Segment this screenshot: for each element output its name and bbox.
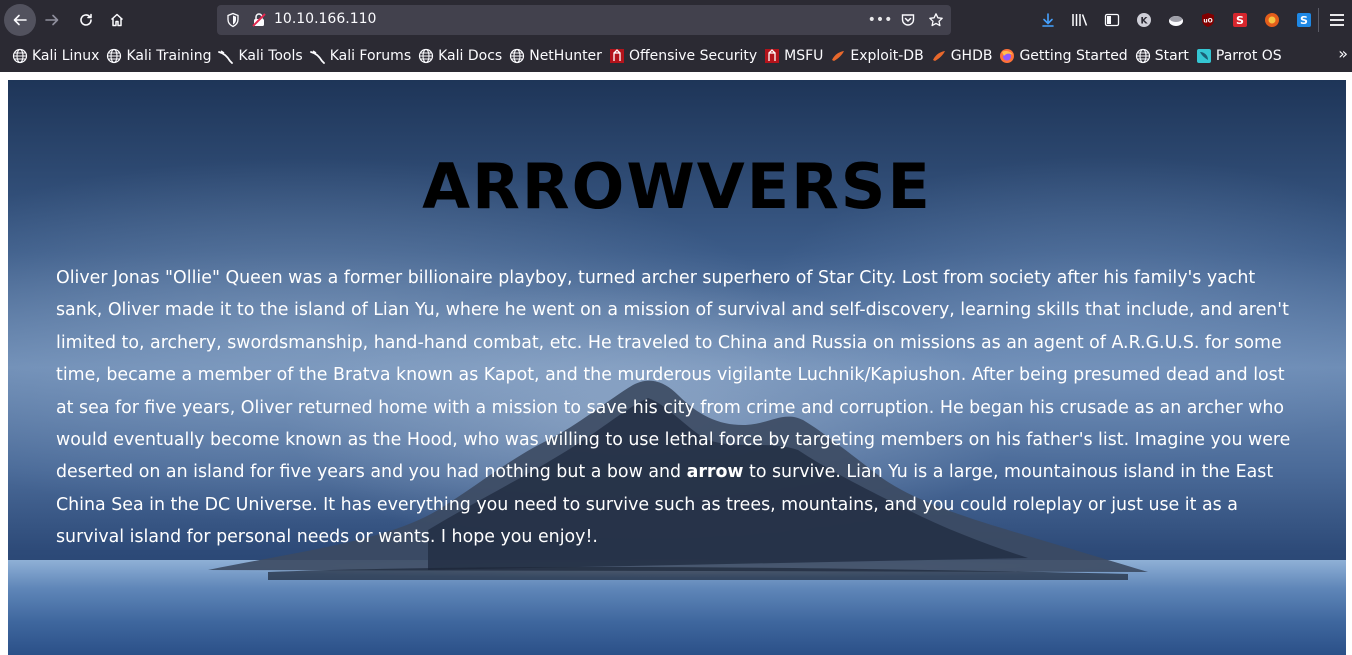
url-text[interactable]: 10.10.166.110 — [274, 11, 376, 27]
bookmark-kali-training[interactable]: Kali Training — [104, 44, 216, 68]
bookmark-label: Kali Tools — [238, 48, 303, 64]
svg-text:S: S — [1300, 14, 1308, 27]
intro-paragraph: Oliver Jonas "Ollie" Queen was a former … — [56, 262, 1306, 554]
download-icon[interactable] — [1038, 10, 1058, 30]
bookmark-label: Parrot OS — [1215, 48, 1282, 64]
globe-icon — [509, 48, 525, 64]
bookmark-label: Start — [1154, 48, 1189, 64]
bookmark-kali-forums[interactable]: Kali Forums — [308, 44, 416, 68]
kali-dragon-icon — [218, 48, 234, 64]
svg-text:K: K — [1141, 17, 1149, 27]
exploitdb-icon — [931, 48, 947, 64]
bookmark-start[interactable]: Start — [1133, 44, 1194, 68]
bookmark-label: Kali Linux — [32, 48, 100, 64]
bookmark-kali-docs[interactable]: Kali Docs — [416, 44, 507, 68]
globe-icon — [1135, 48, 1151, 64]
bookmark-label: MSFU — [784, 48, 824, 64]
bookmark-getting-started[interactable]: Getting Started — [997, 44, 1132, 68]
bookmark-kali-linux[interactable]: Kali Linux — [10, 44, 104, 68]
extension-s-blue-icon[interactable]: S — [1294, 10, 1314, 30]
account-k-icon[interactable]: K — [1134, 10, 1154, 30]
forward-button[interactable] — [40, 8, 64, 32]
extension-fox-icon[interactable] — [1262, 10, 1282, 30]
bookmark-label: GHDB — [950, 48, 993, 64]
bookmark-msfu[interactable]: MSFU — [762, 44, 828, 68]
bookmark-label: Offensive Security — [628, 48, 758, 64]
pocket-icon[interactable] — [899, 10, 917, 30]
sidebar-icon[interactable] — [1102, 10, 1122, 30]
browser-toolbar: 10.10.166.110 ••• K uO S S — [0, 0, 1352, 40]
bookmark-parrot-os[interactable]: Parrot OS — [1194, 44, 1287, 68]
reload-icon — [80, 13, 92, 26]
page-title: ARROWVERSE — [422, 150, 932, 223]
arrow-right-icon — [45, 14, 59, 26]
reload-button[interactable] — [74, 8, 98, 32]
toolbar-separator — [1318, 8, 1319, 32]
offsec-icon — [764, 48, 780, 64]
tracking-shield-icon[interactable] — [225, 12, 241, 28]
home-icon — [110, 13, 124, 27]
offsec-icon — [609, 48, 625, 64]
exploitdb-icon — [830, 48, 846, 64]
svg-text:S: S — [1236, 14, 1244, 27]
bookmark-label: Exploit-DB — [850, 48, 924, 64]
arrow-left-icon — [13, 14, 27, 26]
url-bar[interactable]: 10.10.166.110 ••• — [217, 5, 951, 35]
extension-s-red-icon[interactable]: S — [1230, 10, 1250, 30]
paragraph-text-before: Oliver Jonas "Ollie" Queen was a former … — [56, 268, 1291, 483]
bookmark-offensive-security[interactable]: Offensive Security — [607, 44, 762, 68]
ublock-icon[interactable]: uO — [1198, 10, 1218, 30]
bookmarks-overflow-chevron-icon[interactable]: » — [1338, 44, 1348, 63]
page-viewport: ARROWVERSE Oliver Jonas "Ollie" Queen wa… — [0, 72, 1352, 655]
globe-icon — [106, 48, 122, 64]
bookmark-ghdb[interactable]: GHDB — [929, 44, 998, 68]
bookmark-label: Kali Forums — [329, 48, 412, 64]
bookmark-label: Getting Started — [1019, 48, 1128, 64]
paragraph-bold-word: arrow — [686, 462, 744, 483]
bookmark-label: Kali Training — [126, 48, 212, 64]
hamburger-menu-icon[interactable] — [1326, 8, 1348, 32]
globe-icon — [12, 48, 28, 64]
parrot-icon — [1196, 48, 1212, 64]
bookmark-nethunter[interactable]: NetHunter — [507, 44, 607, 68]
svg-text:uO: uO — [1203, 18, 1212, 25]
library-icon[interactable] — [1070, 10, 1090, 30]
firefox-icon — [999, 48, 1015, 64]
extension-cookie-icon[interactable] — [1166, 10, 1186, 30]
kali-dragon-icon — [309, 48, 326, 64]
bookmark-label: NetHunter — [529, 48, 602, 64]
page-actions-icon[interactable]: ••• — [868, 10, 893, 30]
bookmark-exploit-db[interactable]: Exploit-DB — [828, 44, 928, 68]
bookmarks-toolbar: Kali Linux Kali Training Kali Tools Kali Fo… — [0, 40, 1352, 72]
bookmark-kali-tools[interactable]: Kali Tools — [216, 44, 307, 68]
back-button[interactable] — [4, 4, 36, 36]
globe-icon — [418, 48, 434, 64]
bookmark-label: Kali Docs — [438, 48, 503, 64]
hero-background: ARROWVERSE Oliver Jonas "Ollie" Queen wa… — [8, 80, 1346, 655]
bookmark-star-icon[interactable] — [927, 10, 945, 30]
home-button[interactable] — [105, 8, 129, 32]
insecure-lock-icon[interactable] — [251, 12, 267, 28]
